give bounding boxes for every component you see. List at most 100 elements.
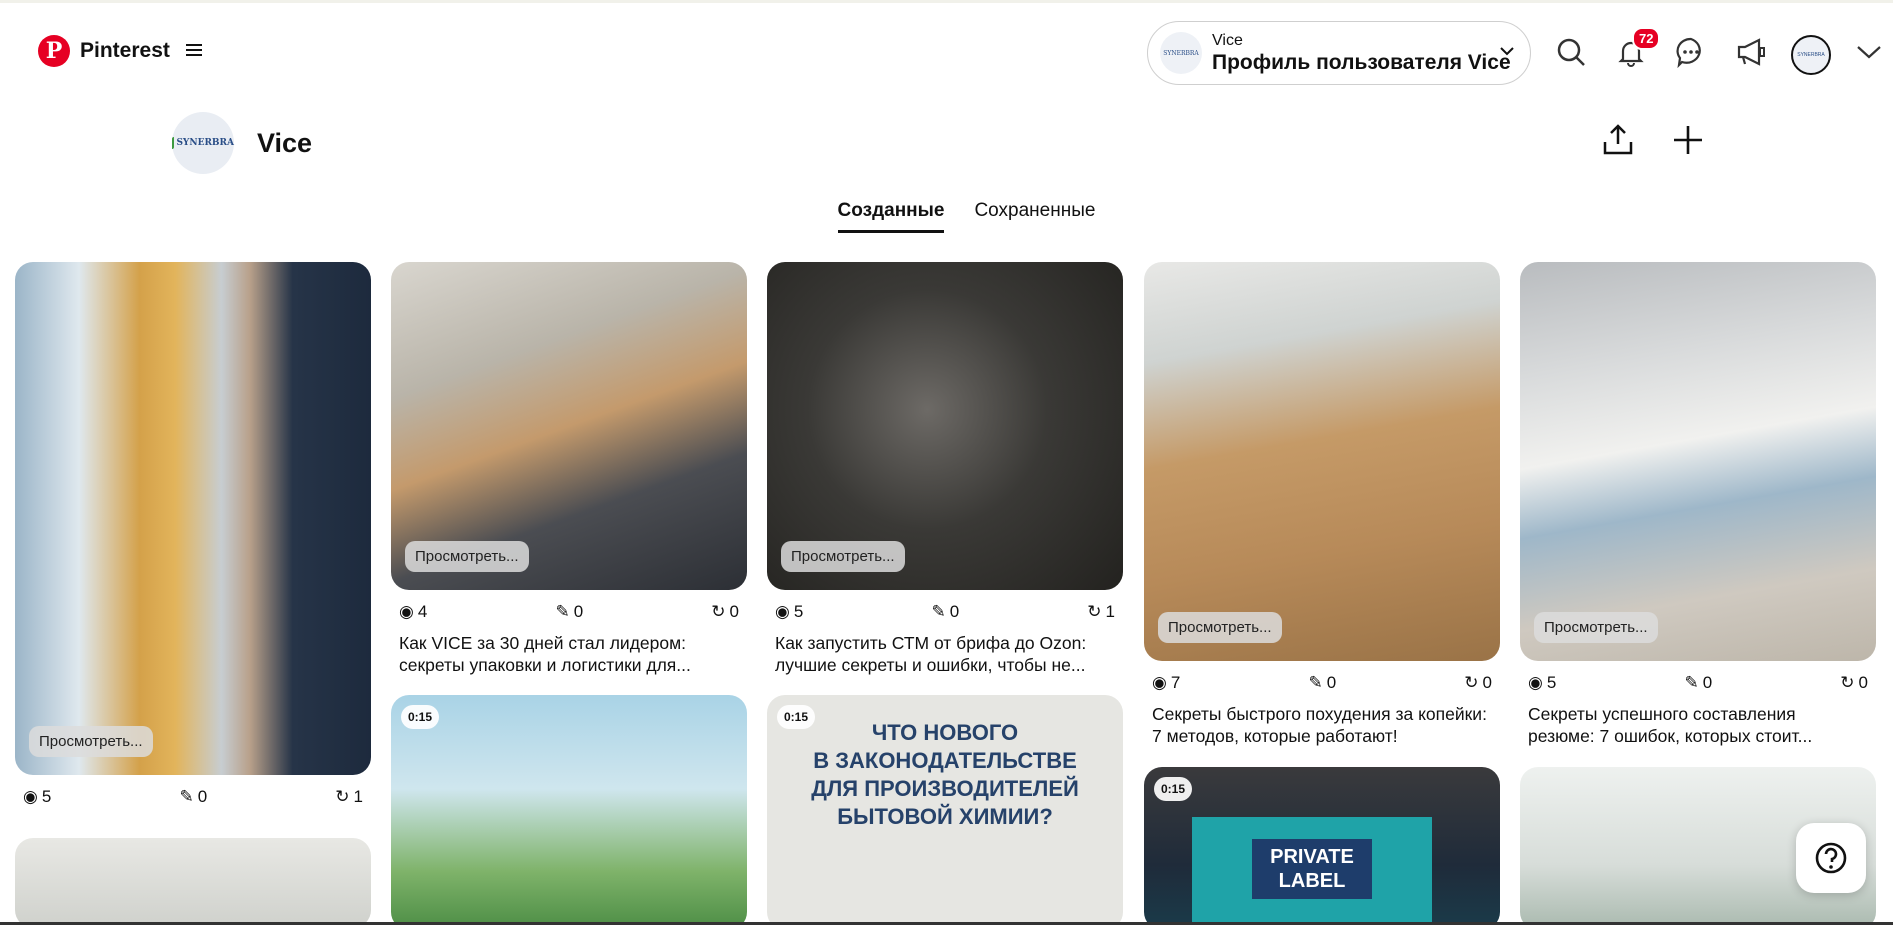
- pin-card[interactable]: Просмотреть... ◉ 5 ✎ 0 ↻ 1 Как запустить СТ…: [767, 262, 1123, 676]
- pin-title-line: резюме: 7 ошибок, которых стоит...: [1528, 726, 1813, 746]
- views-count: 4: [417, 602, 428, 621]
- pin-card[interactable]: Просмотреть... ◉ 4 ✎ 0 ↻ 0 Как VICE за 30 д…: [391, 262, 747, 676]
- messages-icon[interactable]: [1672, 33, 1710, 71]
- pin-stats: ◉ 5 ✎ 0 ↻ 0: [1520, 673, 1876, 693]
- pin-card[interactable]: 0:15 PRIVATE LABEL: [1144, 767, 1500, 925]
- pin-image[interactable]: 0:15 PRIVATE LABEL: [1144, 767, 1500, 925]
- profile-avatar-text: SYNERBRA: [1797, 52, 1825, 58]
- views-stat: ◉ 5: [1528, 673, 1556, 693]
- saves-count: 0: [573, 602, 584, 621]
- reaction-icon: ↻: [335, 787, 350, 806]
- pin-card[interactable]: Просмотреть... ◉ 7 ✎ 0 ↻ 0 Секреты быстрого…: [1144, 262, 1500, 747]
- pin-image[interactable]: Просмотреть...: [1144, 262, 1500, 661]
- leaf-icon: [172, 137, 175, 149]
- views-stat: ◉ 4: [399, 602, 427, 622]
- search-icon[interactable]: [1552, 33, 1590, 71]
- account-text: Vice Профиль пользователя Vice: [1212, 32, 1511, 75]
- view-button[interactable]: Просмотреть...: [29, 726, 153, 757]
- pin-title[interactable]: Секреты быстрого похудения за копейки: 7…: [1144, 703, 1500, 747]
- video-headline-line: ДЛЯ ПРОИЗВОДИТЕЛЕЙ: [811, 776, 1079, 801]
- pinterest-logo-icon[interactable]: P: [38, 35, 70, 67]
- eye-icon: ◉: [775, 602, 790, 621]
- question-icon: [1815, 842, 1847, 874]
- profile-avatar-button[interactable]: SYNERBRA: [1791, 35, 1831, 75]
- plus-create-icon[interactable]: [1668, 120, 1708, 160]
- pin-title[interactable]: Как запустить СТМ от брифа до Ozon: лучш…: [767, 632, 1123, 676]
- profile-tabs: Созданные Сохраненные: [0, 200, 1893, 233]
- pin-icon: ✎: [931, 602, 946, 621]
- tab-created[interactable]: Созданные: [837, 200, 945, 233]
- profile-avatar-text: SYNERBRA: [176, 138, 234, 148]
- pin-image[interactable]: Просмотреть...: [391, 262, 747, 590]
- pin-title[interactable]: Секреты успешного составления резюме: 7 …: [1520, 703, 1876, 747]
- chevron-down-icon[interactable]: [1850, 33, 1888, 71]
- pin-image[interactable]: Просмотреть...: [1520, 262, 1876, 661]
- video-headline: ЧТО НОВОГО В ЗАКОНОДАТЕЛЬСТВЕ ДЛЯ ПРОИЗВ…: [767, 695, 1123, 831]
- hamburger-menu-icon[interactable]: [185, 40, 202, 63]
- pin-image[interactable]: Просмотреть...: [15, 262, 371, 775]
- megaphone-icon[interactable]: [1732, 33, 1770, 71]
- view-button[interactable]: Просмотреть...: [1534, 612, 1658, 643]
- saves-stat: ✎ 0: [1684, 673, 1712, 693]
- tab-saved[interactable]: Сохраненные: [974, 200, 1095, 233]
- brand-name[interactable]: Pinterest: [80, 39, 170, 63]
- eye-icon: ◉: [399, 602, 414, 621]
- reactions-count: 1: [353, 787, 363, 806]
- reactions-count: 1: [1105, 602, 1115, 621]
- reactions-count: 0: [729, 602, 739, 621]
- reaction-icon: ↻: [711, 602, 726, 621]
- reactions-stat: ↻ 0: [1464, 673, 1492, 693]
- view-button[interactable]: Просмотреть...: [405, 541, 529, 572]
- brand[interactable]: P Pinterest: [38, 35, 202, 67]
- account-switcher[interactable]: SYNERBRA Vice Профиль пользователя Vice: [1147, 21, 1531, 85]
- pin-image[interactable]: Просмотреть...: [767, 262, 1123, 590]
- reactions-count: 0: [1858, 673, 1868, 692]
- saves-count: 0: [1702, 673, 1713, 692]
- pin-title-line: Как VICE за 30 дней стал лидером:: [399, 633, 687, 653]
- private-label-sign: PRIVATE LABEL: [1252, 839, 1372, 899]
- pin-title-line: Секреты быстрого похудения за копейки:: [1152, 704, 1487, 724]
- profile-avatar[interactable]: SYNERBRA: [172, 112, 234, 174]
- saves-count: 0: [197, 787, 208, 806]
- video-headline-line: ЧТО НОВОГО: [871, 720, 1019, 745]
- private-label-text: PRIVATE: [1270, 846, 1354, 868]
- pin-card[interactable]: 0:15 ЧТО НОВОГО В ЗАКОНОДАТЕЛЬСТВЕ ДЛЯ П…: [767, 695, 1123, 925]
- pin-image[interactable]: [15, 838, 371, 925]
- reaction-icon: ↻: [1464, 673, 1479, 692]
- pin-icon: ✎: [179, 787, 194, 806]
- reactions-stat: ↻ 1: [1087, 602, 1115, 622]
- pin-card[interactable]: 0:15: [391, 695, 747, 925]
- view-button[interactable]: Просмотреть...: [781, 541, 905, 572]
- pin-title-line: Как запустить СТМ от брифа до Ozon:: [775, 633, 1087, 653]
- header: P Pinterest SYNERBRA Vice Профиль пользо…: [0, 3, 1893, 99]
- pin-icon: ✎: [555, 602, 570, 621]
- video-duration: 0:15: [401, 705, 440, 729]
- pin-card[interactable]: [15, 838, 371, 925]
- reactions-stat: ↻ 0: [711, 602, 739, 622]
- account-avatar: SYNERBRA: [1160, 32, 1202, 74]
- profile-name: Vice: [257, 128, 313, 158]
- notifications-bell-icon[interactable]: 72: [1612, 27, 1661, 71]
- chevron-down-icon[interactable]: [1498, 42, 1516, 60]
- pin-card[interactable]: Просмотреть... ◉ 5 ✎ 0 ↻ 0 Секреты успешног…: [1520, 262, 1876, 747]
- video-duration: 0:15: [1154, 777, 1193, 801]
- saves-count: 0: [1326, 673, 1337, 692]
- help-button[interactable]: [1796, 823, 1866, 893]
- private-label-text: LABEL: [1278, 870, 1346, 892]
- eye-icon: ◉: [1528, 673, 1543, 692]
- saves-stat: ✎ 0: [1308, 673, 1336, 693]
- reactions-stat: ↻ 1: [335, 787, 363, 807]
- views-count: 7: [1170, 673, 1181, 692]
- pin-title[interactable]: Как VICE за 30 дней стал лидером: секрет…: [391, 632, 747, 676]
- view-button[interactable]: Просмотреть...: [1158, 612, 1282, 643]
- pin-image[interactable]: 0:15: [391, 695, 747, 925]
- pin-stats: ◉ 7 ✎ 0 ↻ 0: [1144, 673, 1500, 693]
- share-upload-icon[interactable]: [1598, 120, 1638, 160]
- video-headline-line: БЫТОВОЙ ХИМИИ?: [837, 804, 1053, 829]
- saves-count: 0: [949, 602, 960, 621]
- pin-card[interactable]: Просмотреть... ◉ 5 ✎ 0 ↻ 1: [15, 262, 371, 807]
- views-count: 5: [41, 787, 52, 806]
- views-stat: ◉ 5: [23, 787, 51, 807]
- pin-title-line: 7 методов, которые работают!: [1152, 726, 1398, 746]
- pin-image[interactable]: 0:15 ЧТО НОВОГО В ЗАКОНОДАТЕЛЬСТВЕ ДЛЯ П…: [767, 695, 1123, 925]
